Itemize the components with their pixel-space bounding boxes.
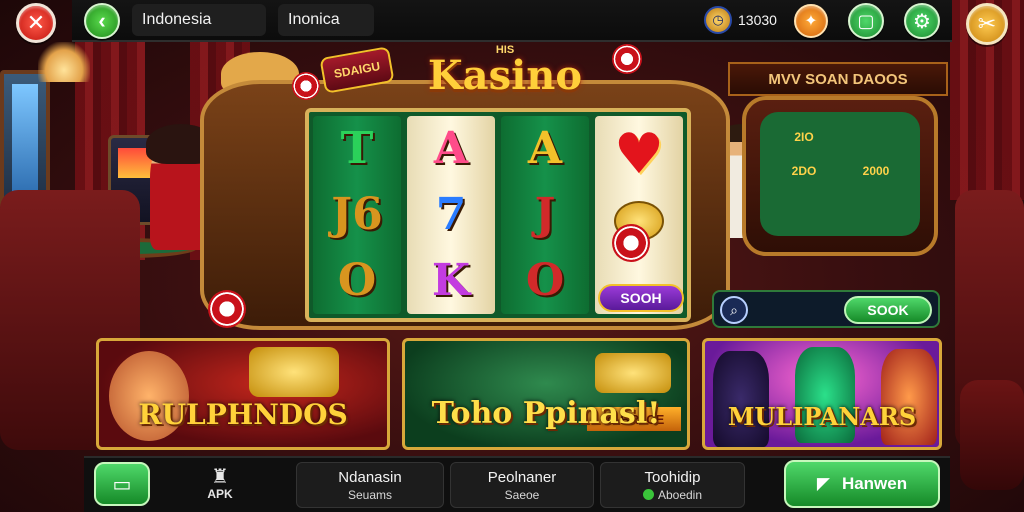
play-button[interactable]: ◤ Hanwen <box>784 460 940 508</box>
table-cell <box>842 122 910 152</box>
reel-symbol: O <box>525 255 565 306</box>
reel-symbol: K <box>431 255 471 306</box>
table-cell: 2IO <box>794 130 814 144</box>
poker-chip-icon <box>612 224 650 262</box>
gift-icon: ✦ <box>804 13 818 30</box>
tile-crown-icon <box>249 347 339 397</box>
nav-item-1[interactable]: Ndanasin Seuams <box>296 462 444 508</box>
coin-icon: ◷ <box>704 6 732 34</box>
tab-country[interactable]: Indonesia <box>132 4 266 36</box>
home-button[interactable]: ▭ <box>94 462 150 506</box>
reel-1: T J6 O <box>313 116 401 314</box>
tools-button[interactable]: ✂ <box>966 3 1008 45</box>
reel-symbol: J6 <box>331 189 383 240</box>
game-tile-toho[interactable]: 3ABR3CE Toho Ppinasl! <box>402 338 690 450</box>
table-cell <box>842 210 910 226</box>
nav-item-sublabel-row: Aboedin <box>642 487 703 502</box>
close-icon: ✕ <box>26 10 46 35</box>
heart-icon: ♥ <box>613 120 665 187</box>
tab-region[interactable]: Inonica <box>278 4 374 36</box>
tile-gold-bars-icon <box>595 353 671 393</box>
game-tile-rulphndos[interactable]: RULPHNDOS <box>96 338 390 450</box>
coin-balance: ◷ 13030 <box>704 4 788 36</box>
chevron-left-icon: ‹ <box>98 8 106 33</box>
nav-item-sublabel: Aboedin <box>657 487 703 502</box>
search-button[interactable]: SOOK <box>844 296 932 324</box>
game-tile-title: RULPHNDOS <box>138 398 348 431</box>
game-tile-title: MULIPANARS <box>727 402 917 431</box>
table-cell <box>770 190 838 206</box>
table-cell <box>842 190 910 206</box>
table-cell <box>770 210 838 226</box>
close-button[interactable]: ✕ <box>16 3 56 43</box>
screen-icon: ▢ <box>857 10 875 31</box>
nav-item-2[interactable]: Peolnaner Saeoe <box>450 462 594 508</box>
status-dot-icon <box>642 489 654 500</box>
gear-icon: ⚙ <box>913 10 931 33</box>
screen-button[interactable]: ▢ <box>848 3 884 39</box>
nav-item-label: Toohidip <box>644 468 701 486</box>
nav-item-sublabel: Saeoe <box>504 487 540 502</box>
side-game-table[interactable]: 2IO 2DO 2000 <box>742 96 938 256</box>
apk-label: APK <box>207 487 233 501</box>
game-tile-title: Toho Ppinasl! <box>431 396 661 431</box>
reel-symbol: A <box>527 123 563 174</box>
poker-chip-icon <box>612 44 642 74</box>
spin-button[interactable]: SOOH <box>598 284 684 312</box>
reel-symbol: J <box>534 189 556 240</box>
arrow-icon: ◤ <box>816 474 830 493</box>
reel-symbol: O <box>337 255 377 306</box>
table-cell: 2DO <box>791 164 817 178</box>
home-icon: ▭ <box>112 473 132 496</box>
poker-chip-icon <box>292 72 320 100</box>
search-icon[interactable]: ⌕ <box>720 296 748 324</box>
coin-balance-value: 13030 <box>738 12 777 28</box>
table-cell: 2000 <box>862 164 890 178</box>
reel-symbol: T <box>340 123 374 174</box>
gift-button[interactable]: ✦ <box>794 4 828 38</box>
nav-item-label: Ndanasin <box>338 468 402 486</box>
nav-item-sublabel: Seuams <box>347 487 393 502</box>
logo-title: Kasino <box>427 52 583 99</box>
android-icon: ♜ <box>211 466 229 488</box>
tools-icon: ✂ <box>977 11 997 36</box>
armchair <box>960 380 1024 490</box>
reel-symbol: A <box>433 123 469 174</box>
back-button[interactable]: ‹ <box>84 3 120 39</box>
settings-button[interactable]: ⚙ <box>904 3 940 39</box>
search-bar[interactable]: ⌕ SOOK <box>712 290 940 328</box>
tile-character <box>713 351 769 447</box>
lamp-icon <box>38 42 90 82</box>
casino-logo: HIS Kasino <box>410 44 600 106</box>
game-tile-mulipanars[interactable]: MULIPANARS <box>702 338 942 450</box>
reel-symbol: 7 <box>435 189 467 240</box>
play-button-label: Hanwen <box>841 474 908 493</box>
side-table-felt: 2IO 2DO 2000 <box>760 112 920 236</box>
poker-chip-icon <box>208 290 246 328</box>
reel-2: A 7 K <box>407 116 495 314</box>
reel-3: A J O <box>501 116 589 314</box>
wall-screen <box>0 70 50 210</box>
nav-item-label: Peolnaner <box>487 468 557 486</box>
side-table-sign: MVV SOAN DAOOS <box>728 62 948 96</box>
apk-download-button[interactable]: ♜ APK <box>196 462 244 506</box>
nav-item-3[interactable]: Toohidip Aboedin <box>600 462 745 508</box>
